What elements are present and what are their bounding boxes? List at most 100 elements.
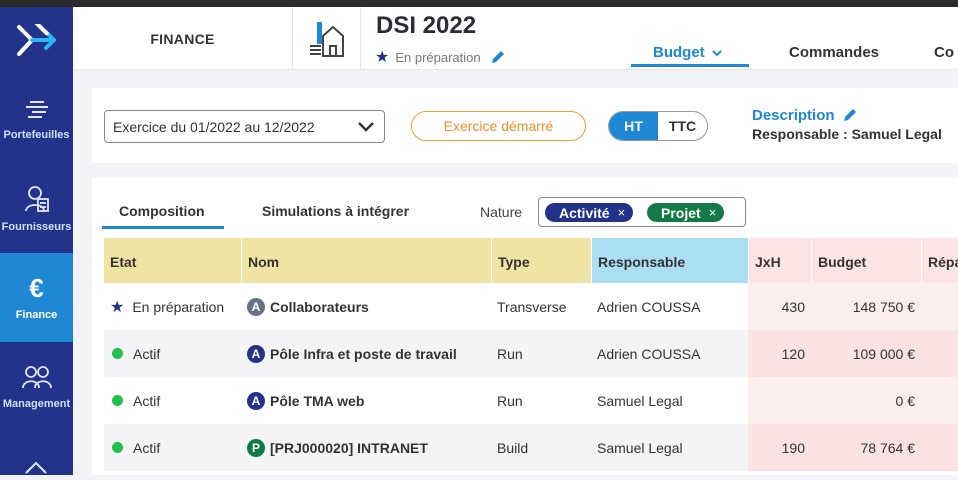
cell-jxh: 430 [748, 283, 811, 330]
col-jxh[interactable]: JxH [748, 238, 811, 283]
cell-etat: ★ En préparation [104, 283, 241, 330]
table-row[interactable]: Actif P [PRJ000020] INTRANET Build Samuel Le… [104, 424, 958, 471]
sidebar-item-label: Finance [15, 308, 58, 321]
tab-simulations[interactable]: Simulations à intégrer [262, 203, 409, 219]
cell-jxh: 190 [748, 424, 811, 471]
type-badge: A [247, 344, 265, 363]
table-row[interactable]: ★ En préparation A Collaborateurs Transverse… [104, 283, 958, 330]
team-icon [21, 365, 52, 388]
cell-responsable: Samuel Legal [597, 439, 683, 456]
close-icon[interactable]: × [618, 205, 626, 220]
toggle-ttc[interactable]: TTC [658, 112, 707, 140]
chevron-down-icon [358, 122, 374, 132]
cell-etat: Actif [104, 424, 241, 471]
toggle-ht[interactable]: HT [609, 112, 658, 140]
module-title: FINANCE [73, 7, 293, 70]
sidebar-item-label: Fournisseurs [1, 220, 72, 233]
table-header: Etat Nom Type Responsable JxH Budget Rép… [104, 238, 958, 283]
nom-text: Collaborateurs [270, 298, 369, 315]
nature-label: Nature [480, 204, 523, 220]
cell-repartition [921, 377, 958, 424]
scroll-up-icon[interactable] [22, 459, 50, 480]
cell-repartition [921, 424, 958, 471]
cell-budget: 78 764 € [811, 424, 921, 471]
window-top-bar [0, 0, 958, 7]
chip-projet[interactable]: Projet × [647, 203, 725, 222]
tab-label: Budget [653, 44, 705, 61]
tab-composition[interactable]: Composition [119, 203, 205, 219]
sidebar-item-management[interactable]: Management [0, 342, 73, 431]
cell-nom[interactable]: A Collaborateurs [241, 283, 491, 330]
sidebar-item-fournisseurs[interactable]: Fournisseurs [0, 164, 73, 253]
cell-budget: 109 000 € [811, 330, 921, 377]
sidebar-item-label: Management [2, 397, 71, 410]
col-nom[interactable]: Nom [241, 238, 491, 283]
active-subtab-indicator [102, 226, 224, 229]
app-logo[interactable] [0, 7, 73, 75]
col-responsable[interactable]: Responsable [591, 238, 748, 283]
etat-text: Actif [133, 392, 161, 409]
filters-panel: Exercice du 01/2022 au 12/2022 Exercice … [92, 88, 958, 163]
cell-type: Run [497, 392, 523, 409]
chip-activite[interactable]: Activité × [545, 203, 634, 222]
type-badge: A [247, 297, 265, 316]
col-type[interactable]: Type [491, 238, 591, 283]
etat-text: Actif [133, 439, 161, 456]
col-budget[interactable]: Budget [811, 238, 921, 283]
period-value: Exercice du 01/2022 au 12/2022 [113, 119, 315, 135]
status-dot-icon [112, 348, 123, 359]
composition-card: Composition Simulations à intégrer Natur… [92, 178, 958, 475]
edit-icon[interactable] [489, 48, 507, 66]
owner-label: Responsable : Samuel Legal [752, 126, 942, 142]
close-icon[interactable]: × [709, 205, 717, 220]
page-header: FINANCE DSI 2022 ★ En préparation Budget… [73, 7, 958, 70]
nature-filter[interactable]: Activité × Projet × [538, 197, 746, 227]
description-link[interactable]: Description [752, 106, 859, 124]
home-button[interactable] [293, 7, 361, 70]
period-select[interactable]: Exercice du 01/2022 au 12/2022 [104, 110, 385, 143]
tab-commandes[interactable]: Commandes [789, 44, 879, 61]
exercise-status-badge[interactable]: Exercice démarré [411, 111, 586, 141]
page-status: ★ En préparation [375, 47, 507, 67]
nom-text: Pôle TMA web [270, 392, 365, 409]
star-icon: ★ [110, 298, 125, 316]
portfolio-icon [25, 100, 48, 118]
chip-label: Activité [559, 204, 610, 221]
cell-type: Build [497, 439, 529, 456]
cell-repartition [921, 283, 958, 330]
cell-type: Run [497, 345, 523, 362]
sidebar-item-label: Portefeuilles [3, 128, 70, 141]
tab-budget[interactable]: Budget [653, 44, 723, 61]
status-dot-icon [112, 395, 123, 406]
status-text: En préparation [395, 49, 481, 65]
chevron-down-icon [712, 50, 722, 57]
table-row[interactable]: Actif A Pôle TMA web Run Samuel Legal 0 € [104, 377, 958, 424]
supplier-icon [24, 185, 49, 212]
type-badge: A [247, 391, 265, 410]
building-icon [309, 21, 344, 57]
cell-responsable: Adrien COUSSA [597, 298, 701, 315]
status-dot-icon [112, 442, 123, 453]
page-title: DSI 2022 [376, 12, 477, 39]
sidebar-item-portefeuilles[interactable]: Portefeuilles [0, 75, 73, 164]
active-tab-indicator [631, 64, 749, 67]
cell-budget: 148 750 € [811, 283, 921, 330]
table-row[interactable]: Actif A Pôle Infra et poste de travail Run A… [104, 330, 958, 377]
etat-text: Actif [133, 345, 161, 362]
cell-nom[interactable]: A Pôle TMA web [241, 377, 491, 424]
col-etat[interactable]: Etat [104, 238, 241, 283]
nom-text: [PRJ000020] INTRANET [270, 439, 428, 456]
sidebar-item-finance[interactable]: € Finance [0, 253, 73, 342]
cell-etat: Actif [104, 330, 241, 377]
cell-jxh: 120 [748, 330, 811, 377]
chip-label: Projet [661, 204, 701, 221]
sidebar: Portefeuilles Fournisseurs € Finance Man… [0, 7, 73, 475]
ht-ttc-toggle[interactable]: HT TTC [608, 111, 708, 141]
tab-co[interactable]: Co [934, 44, 954, 61]
cell-type: Transverse [497, 298, 567, 315]
cell-jxh [748, 377, 811, 424]
cell-nom[interactable]: P [PRJ000020] INTRANET [241, 424, 491, 471]
cell-nom[interactable]: A Pôle Infra et poste de travail [241, 330, 491, 377]
description-label: Description [752, 106, 835, 124]
col-repartition[interactable]: Répa [921, 238, 958, 283]
